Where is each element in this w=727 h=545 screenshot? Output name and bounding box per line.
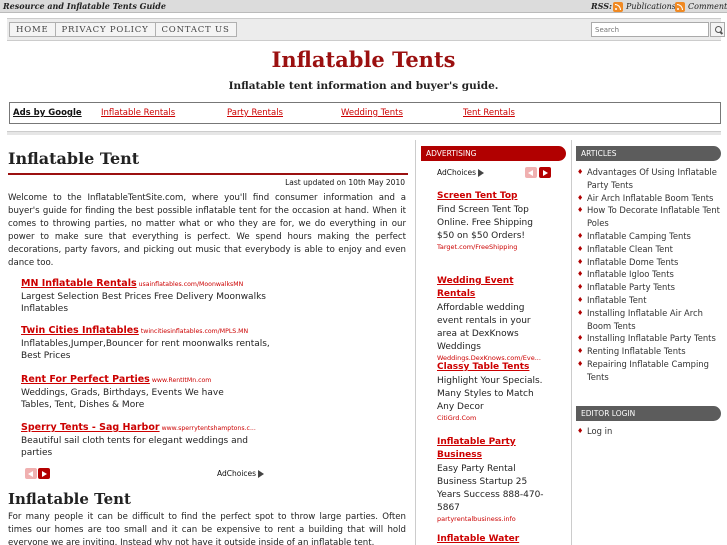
search-button[interactable] (710, 22, 725, 37)
sidebar-ad-description: Easy Party Rental Business Startup 25 Ye… (437, 464, 544, 513)
article-link[interactable]: Air Arch Inflatable Boom Tents (577, 192, 721, 205)
page-title: Inflatable Tent (8, 149, 140, 168)
sidebar-ad-title[interactable]: Screen Tent Top (437, 190, 552, 203)
column-divider (571, 140, 572, 545)
ads-link-bar: Ads by Google Inflatable Rentals Party R… (9, 102, 721, 124)
column-divider (415, 140, 416, 545)
section-paragraph: For many people it can be difficult to f… (8, 512, 406, 545)
sidebar-ads-prev-button[interactable] (525, 167, 537, 178)
top-bar: Resource and Inflatable Tents Guide RSS:… (0, 0, 727, 13)
adchoices-label: AdChoices (437, 168, 477, 177)
sidebar-ad-title[interactable]: Classy Table Tents (437, 361, 552, 374)
sidebar-adchoices-link[interactable]: AdChoices (437, 168, 485, 177)
nav-privacy-policy[interactable]: PRIVACY POLICY (54, 22, 156, 37)
article-link[interactable]: Advantages Of Using Inflatable Party Ten… (577, 166, 721, 192)
ads-prev-button[interactable] (25, 468, 37, 479)
sidebar-ad: Inflatable Party Business Easy Party Ren… (437, 436, 552, 524)
article-link[interactable]: Inflatable Igloo Tents (577, 268, 721, 281)
title-rule (8, 173, 408, 175)
section-title: Inflatable Tent (8, 490, 131, 508)
rss-icon (675, 1, 685, 12)
sidebar-ad: Classy Table Tents Highlight Your Specia… (437, 361, 552, 423)
rss-label: RSS: (591, 1, 612, 11)
ad-description: Weddings, Grads, Birthdays, Events We ha… (21, 388, 224, 410)
sidebar-ad: Screen Tent Top Find Screen Tent Top Onl… (437, 190, 552, 252)
ad-link-wedding-tents[interactable]: Wedding Tents (341, 108, 403, 118)
article-link[interactable]: Renting Inflatable Tents (577, 345, 721, 358)
ad-description: Beautiful sail cloth tents for elegant w… (21, 436, 249, 458)
article-link[interactable]: Inflatable Party Tents (577, 281, 721, 294)
ad-title[interactable]: Sperry Tents - Sag Harbor (21, 422, 160, 433)
article-link[interactable]: Repairing Inflatable Camping Tents (577, 358, 721, 384)
adchoices-link[interactable]: AdChoices (217, 469, 265, 478)
main-nav-bar: HOME PRIVACY POLICY CONTACT US (7, 18, 725, 41)
ad-unit: MN Inflatable Rentals usainflatables.com/… (21, 278, 281, 315)
sidebar-ad-description: Highlight Your Specials. Many Styles to … (437, 376, 543, 412)
ad-unit: Twin Cities Inflatables twincitiesinflata… (21, 325, 271, 362)
nav-home[interactable]: HOME (9, 22, 56, 37)
sidebar-ad-title[interactable]: Inflatable Water Slides (437, 533, 552, 545)
articles-heading: ARTICLES (576, 146, 721, 161)
articles-list: Advantages Of Using Inflatable Party Ten… (577, 166, 721, 384)
ad-url[interactable]: twincitiesinflatables.com/MPLS.MN (141, 328, 248, 335)
login-link[interactable]: Log in (577, 425, 721, 438)
ad-url[interactable]: usainflatables.com/MoonwalksMN (139, 281, 244, 288)
site-subtitle: Inflatable tent information and buyer's … (228, 80, 499, 92)
ad-title[interactable]: Twin Cities Inflatables (21, 325, 139, 336)
ad-link-party-rentals[interactable]: Party Rentals (227, 108, 283, 118)
publications-feed-link[interactable]: Publications (613, 1, 676, 12)
article-link[interactable]: Installing Inflatable Air Arch Boom Tent… (577, 307, 721, 333)
comments-label: Comments (688, 2, 727, 11)
ad-link-inflatable-rentals[interactable]: Inflatable Rentals (101, 108, 175, 118)
article-link[interactable]: Inflatable Camping Tents (577, 230, 721, 243)
ad-title[interactable]: Rent For Perfect Parties (21, 374, 150, 385)
article-link[interactable]: Inflatable Dome Tents (577, 256, 721, 269)
ad-title[interactable]: MN Inflatable Rentals (21, 278, 137, 289)
sidebar-ad-description: Affordable wedding event rentals in your… (437, 303, 531, 352)
ad-description: Inflatables,Jumper,Bouncer for rent moon… (21, 339, 270, 361)
nav-contact-us[interactable]: CONTACT US (154, 22, 237, 37)
rss-icon (613, 1, 623, 12)
ad-description: Largest Selection Best Prices Free Deliv… (21, 292, 266, 314)
sidebar-ads-next-button[interactable] (539, 167, 551, 178)
publications-label: Publications (626, 2, 676, 11)
adchoices-label: AdChoices (217, 469, 257, 478)
adchoices-icon (478, 169, 485, 177)
ad-url[interactable]: www.RentItMn.com (152, 377, 211, 384)
ad-url[interactable]: www.sperrytentshamptons.c... (162, 425, 256, 432)
comments-feed-link[interactable]: Comments (675, 1, 727, 12)
article-link[interactable]: Inflatable Tent (577, 294, 721, 307)
main-content: Inflatable Tent Last updated on 10th May… (8, 140, 408, 268)
sidebar-ad-description: Find Screen Tent Top Online. Free Shippi… (437, 205, 533, 241)
sidebar-ad-url[interactable]: CitiGrd.Com (437, 414, 552, 423)
ad-unit: Sperry Tents - Sag Harbor www.sperrytents… (21, 422, 266, 459)
editor-login-heading: EDITOR LOGIN (576, 406, 721, 421)
sidebar-ad-url[interactable]: partyrentalbusiness.info (437, 515, 552, 524)
sidebar-ad-title[interactable]: Inflatable Party Business (437, 436, 552, 462)
sidebar-ad-url[interactable]: Target.com/FreeShipping (437, 243, 552, 252)
advertising-heading: ADVERTISING (421, 146, 566, 161)
sidebar-ad: Wedding Event Rentals Affordable wedding… (437, 275, 552, 363)
article-link[interactable]: Installing Inflatable Party Tents (577, 332, 721, 345)
ad-link-tent-rentals[interactable]: Tent Rentals (463, 108, 515, 118)
article-link[interactable]: How To Decorate Inflatable Tent Poles (577, 204, 721, 230)
editor-login-list: Log in (577, 425, 721, 438)
main-nav: HOME PRIVACY POLICY CONTACT US (9, 22, 237, 37)
site-title[interactable]: Inflatable Tents (0, 47, 727, 72)
article-link[interactable]: Inflatable Clean Tent (577, 243, 721, 256)
last-updated: Last updated on 10th May 2010 (285, 178, 405, 187)
sidebar-ad: Inflatable Water Slides (437, 533, 552, 545)
ad-unit: Rent For Perfect Parties www.RentItMn.com… (21, 374, 256, 411)
ads-by-google-link[interactable]: Ads by Google (13, 108, 82, 118)
search-input[interactable] (591, 22, 709, 37)
ads-next-button[interactable] (38, 468, 50, 479)
intro-paragraph: Welcome to the InflatableTentSite.com, w… (8, 193, 406, 268)
header-divider (7, 131, 721, 135)
adchoices-icon (258, 470, 265, 478)
site-tagline: Resource and Inflatable Tents Guide (3, 1, 166, 11)
sidebar-ad-title[interactable]: Wedding Event Rentals (437, 275, 552, 301)
